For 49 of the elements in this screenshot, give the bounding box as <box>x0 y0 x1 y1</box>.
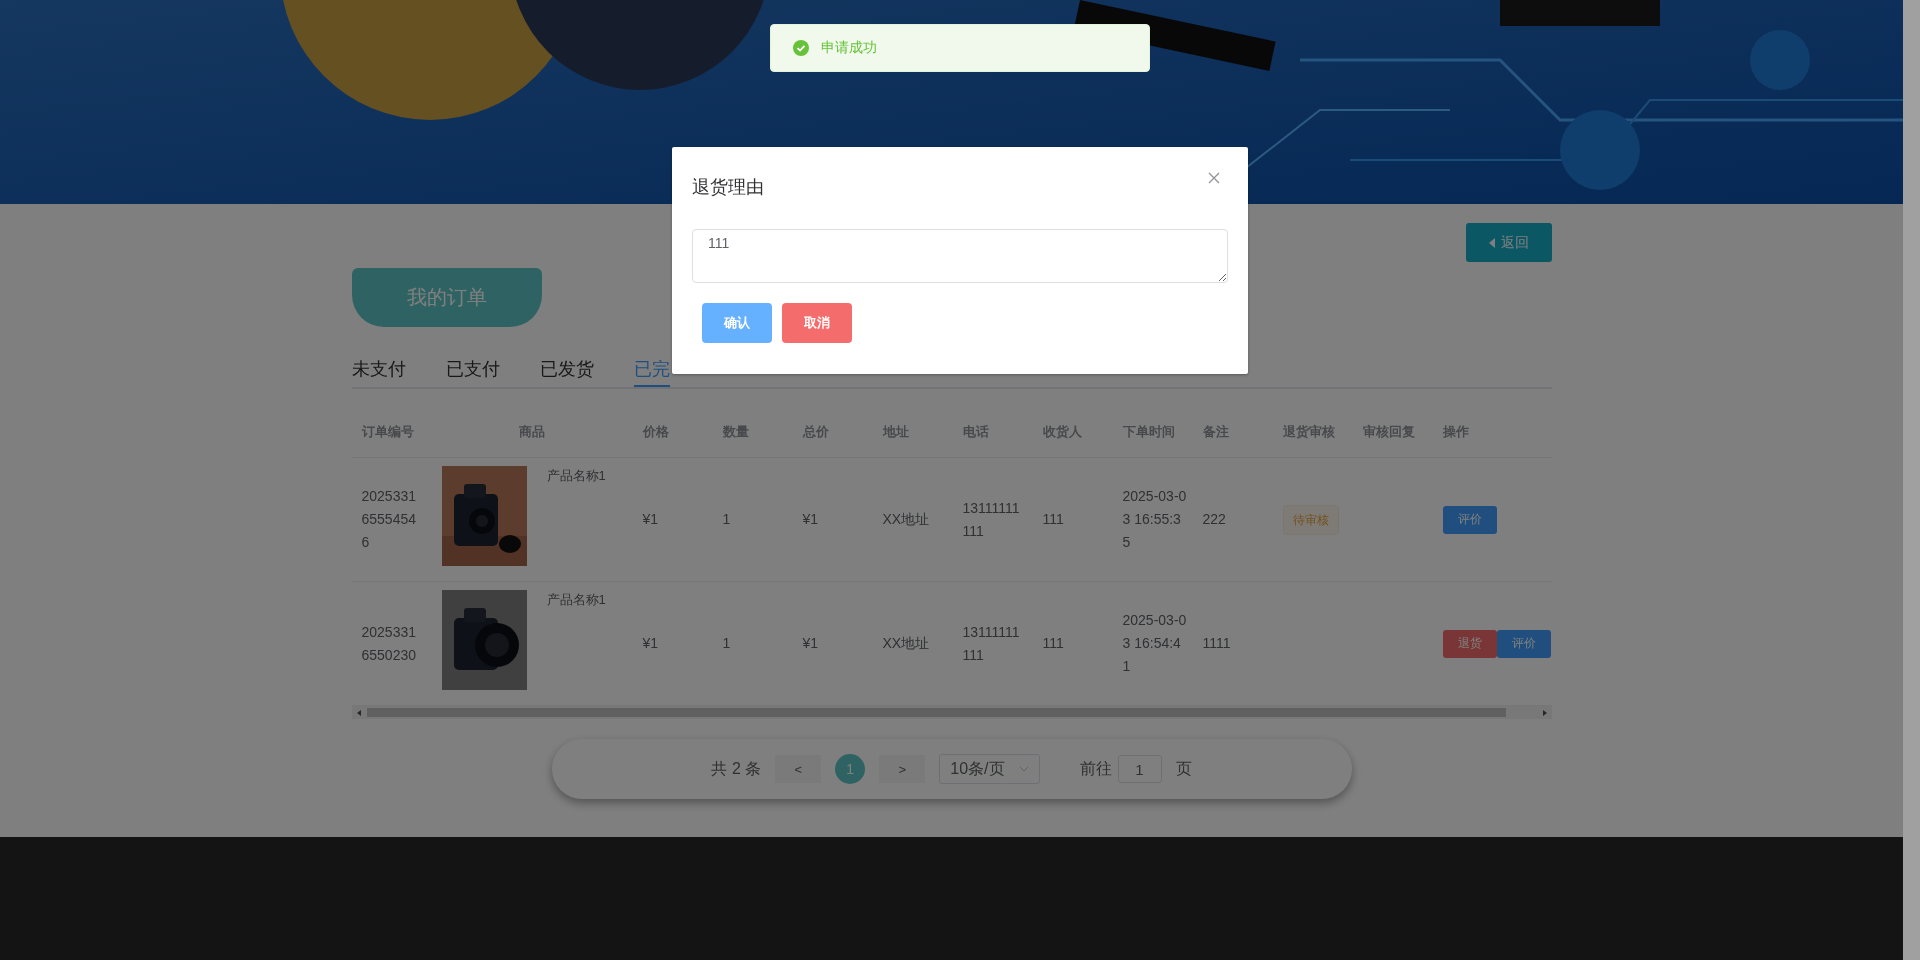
tab[interactable]: 已完 <box>633 353 670 387</box>
table-cell-text: 202533165554546 <box>361 487 417 552</box>
product-name: 产品名称1 <box>546 467 606 485</box>
dialog-title: 退货理由 <box>692 176 764 199</box>
status-tag: 待审核 <box>1282 504 1339 535</box>
review-button[interactable]: 评价 <box>1496 629 1551 658</box>
table-cell-text: 2025-03-03 16:54:41 <box>1122 611 1188 676</box>
table-cell: 1 <box>722 511 731 527</box>
table-cell: 222 <box>1202 511 1226 527</box>
page-unit: 页 <box>1175 758 1192 779</box>
table-cell: 1 <box>722 635 731 651</box>
reason-field[interactable]: 111 <box>692 229 1228 283</box>
total-count: 共 2 条 <box>711 758 762 779</box>
tab[interactable]: 已支付 <box>445 353 500 387</box>
tab[interactable]: 未支付 <box>351 353 406 387</box>
table-cell: 111 <box>1042 635 1064 651</box>
product-name: 产品名称1 <box>546 591 606 609</box>
check-circle-icon <box>793 40 809 56</box>
caret-icon <box>1488 237 1495 248</box>
prev-page-button[interactable]: < <box>775 755 822 783</box>
table-cell-text: 13111111111 <box>962 498 1021 541</box>
tab[interactable]: 已发货 <box>539 353 594 387</box>
back-button[interactable]: 返回 <box>1465 223 1552 262</box>
table-cell-text: 20253316550230 <box>361 622 417 665</box>
table-cell-text: 13111111111 <box>962 622 1021 665</box>
scrollbar[interactable] <box>1903 0 1920 960</box>
table-cell: 111 <box>1042 511 1064 527</box>
chevron-down-icon <box>1018 766 1029 772</box>
close-icon[interactable] <box>1208 172 1220 184</box>
return-button[interactable]: 退货 <box>1442 629 1497 658</box>
table-cell: ¥1 <box>802 635 819 651</box>
table-cell-text: 2025-03-03 16:55:35 <box>1122 487 1188 552</box>
page-size-select[interactable]: 10条/页 <box>939 754 1040 784</box>
page-title: 我的订单 <box>351 268 542 327</box>
table-cell: ¥1 <box>642 511 659 527</box>
review-button[interactable]: 评价 <box>1442 505 1497 534</box>
scrollbar[interactable] <box>351 706 1552 719</box>
page-input[interactable]: 1 <box>1117 755 1162 783</box>
confirm-button[interactable]: 确认 <box>702 303 772 343</box>
page-number[interactable]: 1 <box>835 754 866 784</box>
next-page-button[interactable]: > <box>879 755 926 783</box>
table-cell: XX地址 <box>882 511 930 527</box>
table-cell: ¥1 <box>802 511 819 527</box>
cancel-button[interactable]: 取消 <box>782 303 852 343</box>
table-cell: 1111 <box>1202 635 1231 651</box>
toast-message: 申请成功 <box>821 39 877 57</box>
table-cell: XX地址 <box>882 635 930 651</box>
table-cell: ¥1 <box>642 635 659 651</box>
goto-label: 前往 <box>1079 758 1112 779</box>
